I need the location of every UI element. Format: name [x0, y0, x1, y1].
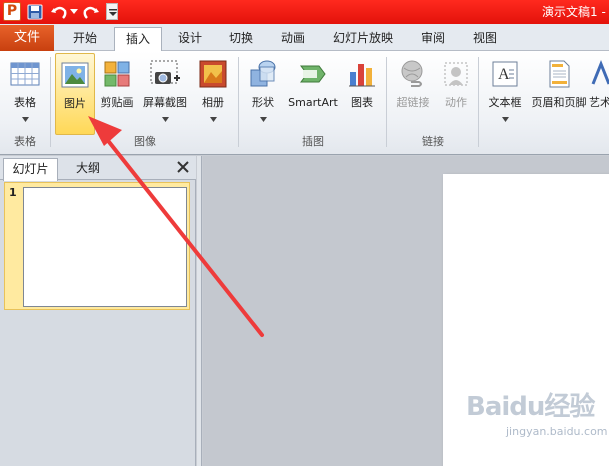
action-button[interactable]: 动作: [438, 53, 474, 135]
chart-button[interactable]: 图表: [343, 53, 381, 135]
shapes-icon: [250, 60, 276, 87]
chevron-down-icon: [260, 117, 267, 122]
tab-slideshow[interactable]: 幻灯片放映: [326, 27, 400, 51]
group-label-images: 图像: [134, 135, 156, 148]
smartart-label: SmartArt: [288, 96, 338, 109]
screenshot-label: 屏幕截图: [143, 96, 187, 109]
current-slide[interactable]: [443, 174, 609, 466]
tab-insert[interactable]: 插入: [114, 27, 162, 52]
table-button[interactable]: 表格: [3, 53, 47, 135]
table-icon: [10, 62, 40, 86]
textbox-button[interactable]: A 文本框: [483, 53, 527, 135]
tab-transitions[interactable]: 切换: [218, 27, 264, 51]
group-label-illustrations: 插图: [302, 135, 324, 148]
chart-icon: [349, 64, 375, 87]
clipart-button[interactable]: 剪贴画: [97, 53, 137, 135]
group-separator: [50, 57, 51, 147]
wordart-button[interactable]: 艺术: [589, 53, 609, 135]
action-icon: [444, 62, 468, 86]
chevron-down-icon: [502, 117, 509, 122]
undo-dropdown-icon[interactable]: [69, 6, 79, 16]
chart-label: 图表: [351, 96, 373, 109]
hyperlink-button[interactable]: 超链接: [390, 53, 436, 135]
slide-thumbnail-item[interactable]: 1: [4, 182, 190, 310]
globe-link-icon: [401, 60, 423, 87]
tab-view[interactable]: 视图: [462, 27, 508, 51]
textbox-icon: A: [492, 61, 518, 87]
tab-design[interactable]: 设计: [167, 27, 213, 51]
undo-icon[interactable]: [50, 2, 68, 21]
picture-label: 图片: [64, 97, 86, 110]
shapes-button[interactable]: 形状: [243, 53, 283, 135]
picture-button[interactable]: 图片: [55, 53, 95, 135]
chevron-down-icon: [22, 117, 29, 122]
chevron-down-icon: [109, 9, 117, 16]
photo-album-label: 相册: [202, 96, 224, 109]
screenshot-icon: [150, 60, 180, 84]
table-label: 表格: [14, 96, 36, 109]
watermark-url: jingyan.baidu.com: [506, 425, 608, 438]
clipart-icon: [104, 61, 130, 87]
chevron-down-icon: [162, 117, 169, 122]
screenshot-button[interactable]: 屏幕截图: [139, 53, 191, 135]
wordart-label: 艺术: [589, 96, 609, 109]
tab-home[interactable]: 开始: [60, 27, 110, 51]
action-label: 动作: [445, 96, 467, 109]
group-label-links: 链接: [422, 135, 444, 148]
group-separator: [238, 57, 239, 147]
close-icon[interactable]: [176, 160, 190, 174]
clipart-label: 剪贴画: [100, 96, 134, 109]
tab-outline[interactable]: 大纲: [60, 158, 116, 180]
group-separator: [478, 57, 479, 147]
title-bar: P 演示文稿1 -: [0, 0, 609, 24]
slides-pane: 幻灯片 大纲 1: [0, 156, 196, 466]
save-icon[interactable]: [27, 2, 43, 21]
photo-album-icon: [199, 60, 227, 88]
slide-number: 1: [9, 186, 17, 199]
ribbon-insert: 表格 表格 图片 剪贴画 屏幕截图 相册 图像 形状 SmartArt 图表 插…: [0, 51, 609, 155]
redo-icon[interactable]: [82, 2, 100, 21]
photo-album-button[interactable]: 相册: [193, 53, 233, 135]
tab-slides[interactable]: 幻灯片: [3, 158, 58, 181]
slides-pane-tabs: 幻灯片 大纲: [0, 156, 196, 181]
tab-animations[interactable]: 动画: [270, 27, 316, 51]
textbox-label: 文本框: [488, 96, 522, 109]
header-footer-button[interactable]: 页眉和页脚: [529, 53, 589, 135]
chevron-down-icon: [210, 117, 217, 122]
hyperlink-label: 超链接: [396, 96, 430, 109]
group-label-tables: 表格: [14, 135, 36, 148]
slide-thumbnail[interactable]: [23, 187, 187, 307]
powerpoint-logo-icon: P: [3, 2, 21, 21]
ribbon-tab-row: 文件 开始 插入 设计 切换 动画 幻灯片放映 审阅 视图: [0, 24, 609, 52]
picture-icon: [61, 62, 89, 88]
shapes-label: 形状: [252, 96, 274, 109]
customize-quick-access-button[interactable]: [106, 3, 118, 20]
header-footer-label: 页眉和页脚: [531, 96, 587, 109]
svg-text:A: A: [498, 66, 510, 83]
tab-file[interactable]: 文件: [0, 25, 54, 51]
pane-splitter[interactable]: [197, 156, 202, 466]
group-separator: [386, 57, 387, 147]
header-footer-icon: [549, 60, 570, 88]
smartart-button[interactable]: SmartArt: [285, 53, 341, 135]
smartart-icon: [300, 65, 326, 83]
watermark-brand: Baidu经验: [466, 392, 595, 422]
tab-review[interactable]: 审阅: [410, 27, 456, 51]
wordart-icon: [591, 59, 609, 85]
window-title: 演示文稿1 -: [542, 5, 606, 19]
